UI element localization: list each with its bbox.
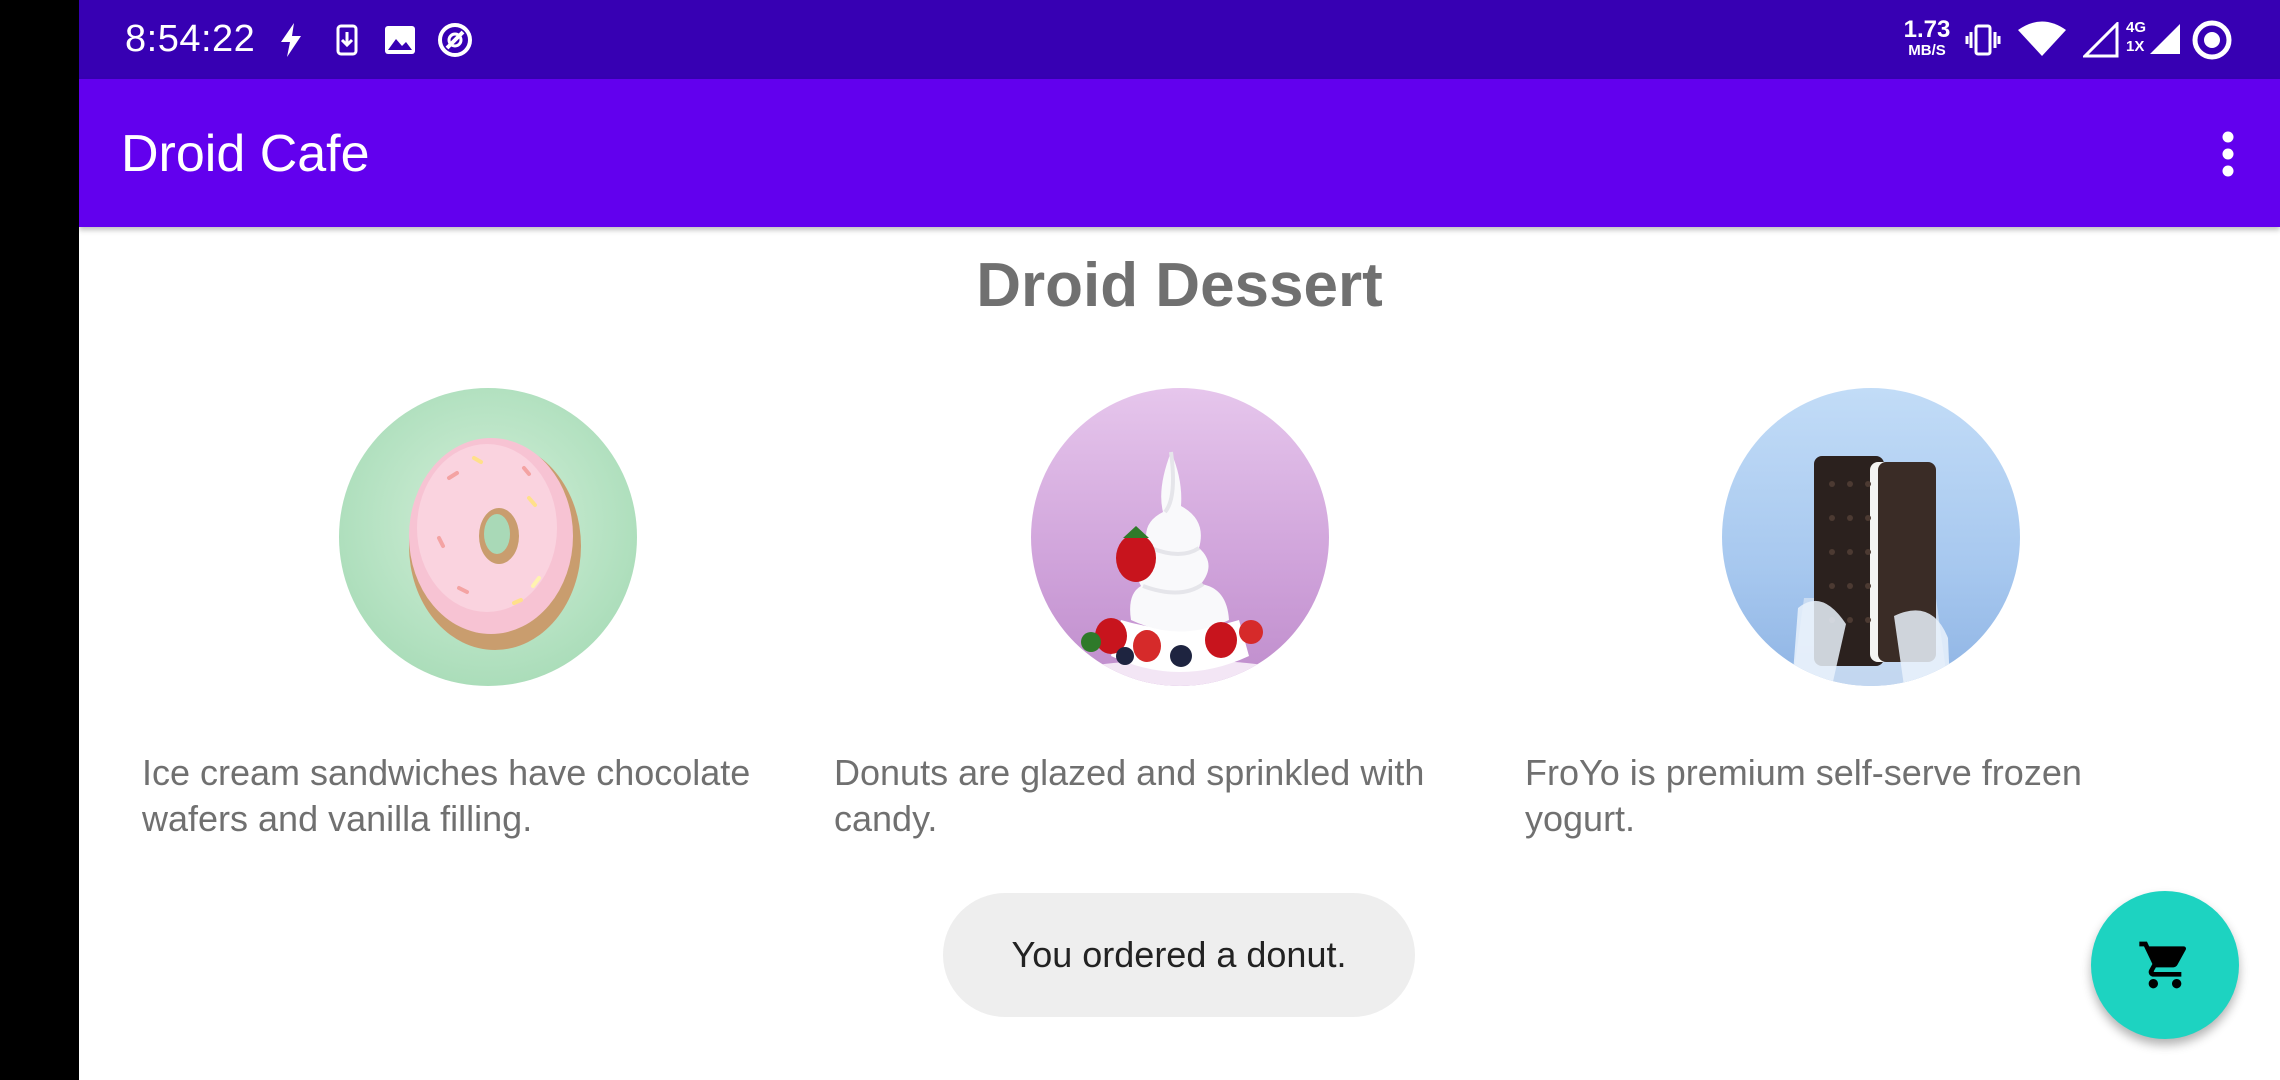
dessert-description-2: Donuts are glazed and sprinkled with can… bbox=[834, 752, 1425, 839]
wifi-icon bbox=[2017, 18, 2067, 62]
signal-icon bbox=[2082, 18, 2120, 62]
toast-message: You ordered a donut. bbox=[943, 893, 1415, 1017]
dessert-description-1: Ice cream sandwiches have chocolate wafe… bbox=[142, 752, 751, 839]
hotspot-ring-icon bbox=[2190, 18, 2234, 62]
status-bar: 8:54:22 1.73 MB/S 4G 1X bbox=[79, 0, 2280, 79]
screen-cutout bbox=[0, 0, 79, 1080]
app-title: Droid Cafe bbox=[121, 125, 370, 183]
vibrate-icon bbox=[1965, 18, 2001, 62]
app-notification-icon bbox=[435, 18, 475, 62]
ice-cream-sandwich-image[interactable] bbox=[1722, 388, 2020, 686]
download-icon bbox=[332, 18, 362, 62]
app-bar: Droid Cafe bbox=[79, 79, 2280, 227]
image-icon bbox=[382, 18, 418, 62]
overflow-menu-icon[interactable] bbox=[2208, 123, 2248, 185]
cart-fab-button[interactable] bbox=[2091, 891, 2239, 1039]
froyo-image[interactable] bbox=[1031, 388, 1329, 686]
network-badge-top: 4G bbox=[2126, 19, 2147, 36]
network-speed: 1.73 MB/S bbox=[1897, 16, 1957, 59]
status-time: 8:54:22 bbox=[125, 18, 256, 60]
flash-icon bbox=[276, 18, 306, 62]
shopping-cart-icon bbox=[2137, 937, 2193, 993]
signal-4g-icon: 4G 1X bbox=[2124, 18, 2184, 62]
donut-image[interactable] bbox=[339, 388, 637, 686]
network-speed-unit: MB/S bbox=[1908, 42, 1946, 59]
app-screen: 8:54:22 1.73 MB/S 4G 1X Droid Cafe Droid… bbox=[79, 0, 2280, 1080]
network-speed-value: 1.73 bbox=[1903, 16, 1951, 43]
network-badge-bottom: 1X bbox=[2126, 38, 2145, 55]
page-heading: Droid Dessert bbox=[976, 251, 1383, 320]
dessert-description-3: FroYo is premium self-serve frozen yogur… bbox=[1525, 752, 2082, 839]
